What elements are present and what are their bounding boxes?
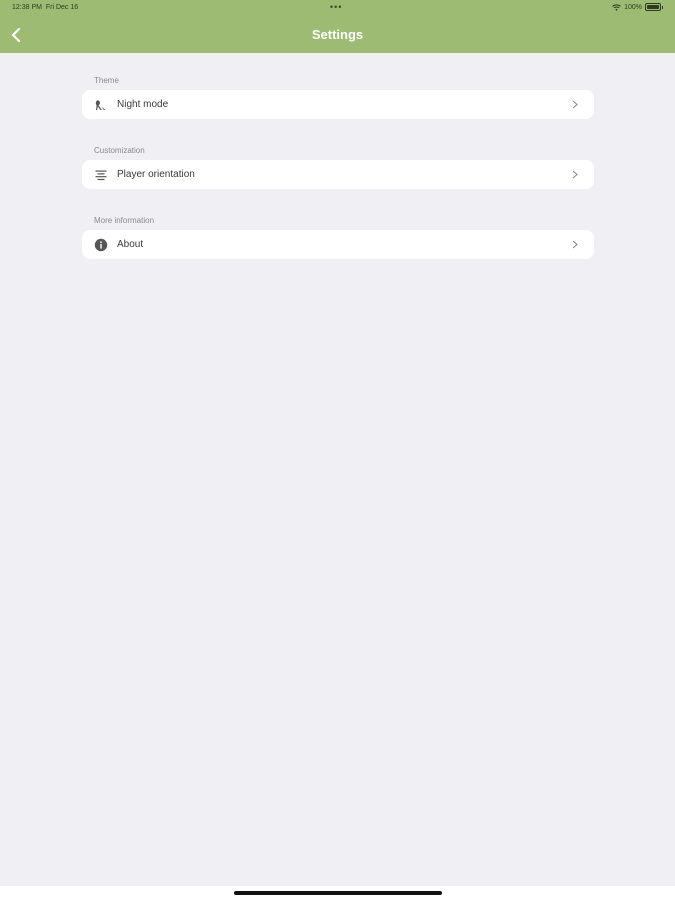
chevron-right-icon [570, 240, 580, 250]
orientation-icon [94, 168, 108, 182]
page-title: Settings [311, 27, 364, 42]
status-time-value: 12:38 PM [12, 4, 42, 11]
settings-row-player-orientation[interactable]: Player orientation [82, 160, 594, 189]
night-mode-icon [94, 98, 108, 112]
section-label-more-information: More information [94, 216, 155, 225]
settings-row-label: Player orientation [117, 169, 195, 180]
status-bar: 12:38 PM Fri Dec 16 ••• 100% [0, 0, 675, 16]
status-indicators: 100% [612, 3, 663, 11]
settings-row-night-mode[interactable]: Night mode [82, 90, 594, 119]
home-indicator[interactable] [234, 891, 442, 895]
wifi-icon [612, 3, 621, 11]
battery-percentage: 100% [624, 3, 642, 11]
section-label-theme: Theme [94, 76, 119, 85]
settings-row-label: About [117, 239, 144, 250]
chevron-right-icon [570, 100, 580, 110]
section-label-customization: Customization [94, 146, 145, 155]
settings-row-about[interactable]: About [82, 230, 594, 259]
chevron-right-icon [570, 170, 580, 180]
battery-icon [645, 3, 661, 11]
status-date: Fri Dec 16 [45, 4, 79, 11]
info-icon [94, 238, 108, 252]
status-time: 12:38 PM Fri Dec 16 [12, 4, 78, 11]
navigation-bar: 12:38 PM Fri Dec 16 ••• 100% Settings [0, 0, 675, 53]
battery-tip [662, 5, 663, 9]
multitasking-dots[interactable]: ••• [330, 2, 342, 12]
settings-row-label: Night mode [117, 99, 169, 110]
